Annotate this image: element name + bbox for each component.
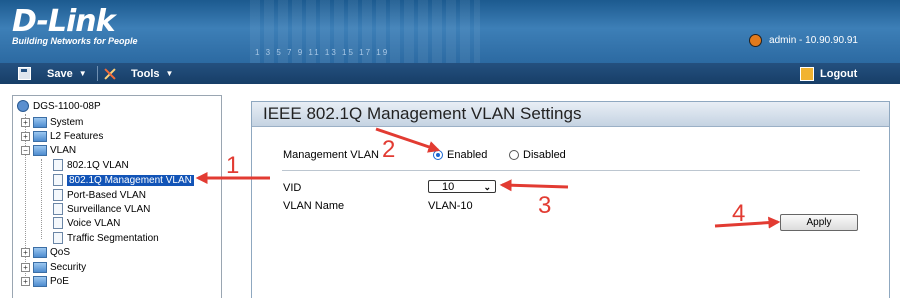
tree-item-poe[interactable]: + PoE — [21, 274, 69, 288]
navigation-tree: DGS-1100-08P + System + L2 Features − VL… — [12, 95, 222, 298]
expand-icon[interactable]: + — [21, 131, 30, 141]
page-icon — [53, 174, 63, 186]
tree-item-8021q-management-vlan[interactable]: 802.1Q Management VLAN — [53, 173, 194, 187]
logo-tagline: Building Networks for People — [12, 36, 138, 46]
expand-icon[interactable]: + — [21, 276, 30, 286]
chevron-down-icon: ▼ — [165, 69, 174, 78]
page-title: IEEE 802.1Q Management VLAN Settings — [252, 102, 889, 127]
tree-connector — [41, 159, 42, 239]
tools-menu-label: Tools — [131, 67, 160, 80]
port-numbers: 1 3 5 7 9 11 13 15 17 19 — [255, 48, 390, 57]
switch-icon — [17, 100, 29, 112]
expand-icon[interactable]: + — [21, 262, 30, 272]
tree-item-system[interactable]: + System — [21, 115, 83, 129]
folder-icon — [33, 130, 47, 142]
chevron-down-icon: ▼ — [78, 69, 87, 78]
tree-item-security[interactable]: + Security — [21, 260, 86, 274]
settings-panel: IEEE 802.1Q Management VLAN Settings Man… — [251, 101, 890, 298]
page-icon — [53, 189, 63, 201]
logo-text: D-Link — [12, 4, 116, 39]
vid-label: VID — [283, 182, 302, 194]
tree-item-label: Surveillance VLAN — [67, 203, 151, 215]
tree-item-label: L2 Features — [50, 130, 104, 142]
page-icon — [53, 232, 63, 244]
tree-item-label: Traffic Segmentation — [67, 232, 159, 244]
folder-icon — [33, 275, 47, 287]
tree-item-label: Voice VLAN — [67, 217, 121, 229]
disabled-radio[interactable]: Disabled — [509, 149, 566, 161]
tree-item-qos[interactable]: + QoS — [21, 245, 70, 259]
tree-item-label: QoS — [50, 246, 71, 258]
tree-item-label: Port-Based VLAN — [67, 189, 146, 201]
vid-select[interactable]: 10 ⌄ — [428, 180, 496, 193]
annotation-number: 3 — [538, 192, 552, 219]
menu-separator — [97, 66, 98, 81]
radio-checked-icon[interactable] — [433, 150, 443, 160]
tree-item-traffic-segmentation[interactable]: Traffic Segmentation — [53, 231, 159, 245]
tree-item-voice-vlan[interactable]: Voice VLAN — [53, 216, 120, 230]
vlan-name-value: VLAN-10 — [428, 200, 473, 212]
tree-item-label: Security — [50, 261, 87, 273]
tree-item-label: System — [50, 116, 84, 128]
annotation-number: 4 — [732, 200, 746, 227]
vlan-name-label: VLAN Name — [283, 200, 345, 212]
section-divider — [282, 170, 860, 171]
logout-label: Logout — [820, 67, 858, 80]
tools-icon — [103, 67, 117, 81]
header-banner: 1 3 5 7 9 11 13 15 17 19 D-Link Building… — [0, 0, 900, 63]
disabled-label: Disabled — [523, 149, 566, 161]
radio-unchecked-icon[interactable] — [509, 150, 519, 160]
chevron-down-icon: ⌄ — [483, 182, 491, 192]
annotation-number: 1 — [226, 152, 240, 179]
save-icon — [18, 67, 31, 80]
folder-icon — [33, 116, 47, 128]
tree-item-label: PoE — [50, 275, 69, 287]
folder-icon — [33, 261, 47, 273]
vid-value: 10 — [442, 181, 455, 193]
enabled-radio[interactable]: Enabled — [433, 149, 487, 161]
page-icon — [53, 203, 63, 215]
management-vlan-label: Management VLAN — [283, 149, 379, 161]
tree-item-8021q-vlan[interactable]: 802.1Q VLAN — [53, 158, 129, 172]
page-icon — [53, 159, 63, 171]
tree-root-label: DGS-1100-08P — [33, 100, 101, 112]
tree-item-label: VLAN — [50, 144, 77, 156]
expand-icon[interactable]: + — [21, 247, 30, 257]
enabled-label: Enabled — [447, 149, 488, 161]
save-menu-label: Save — [47, 67, 73, 80]
expand-icon[interactable]: + — [21, 117, 30, 127]
tree-item-label-selected: 802.1Q Management VLAN — [67, 174, 194, 186]
folder-open-icon — [33, 144, 47, 156]
apply-button[interactable]: Apply — [780, 214, 858, 231]
tools-menu[interactable]: Tools ▼ — [103, 63, 173, 84]
user-label: admin - 10.90.90.91 — [769, 35, 858, 46]
menu-bar: Save ▼ Tools ▼ Logout — [0, 63, 900, 84]
tree-item-label: 802.1Q VLAN — [67, 159, 129, 171]
user-icon — [749, 34, 763, 47]
tree-item-port-based-vlan[interactable]: Port-Based VLAN — [53, 188, 146, 202]
tree-item-vlan[interactable]: − VLAN — [21, 143, 76, 157]
tree-root[interactable]: DGS-1100-08P — [17, 99, 101, 113]
logout-icon — [800, 66, 814, 81]
save-menu[interactable]: Save ▼ — [18, 63, 87, 84]
dlink-logo: D-Link Building Networks for People — [12, 4, 138, 47]
collapse-icon[interactable]: − — [21, 145, 30, 155]
logout-button[interactable]: Logout — [800, 63, 857, 84]
page-icon — [53, 217, 63, 229]
tree-item-surveillance-vlan[interactable]: Surveillance VLAN — [53, 202, 150, 216]
annotation-number: 2 — [382, 136, 396, 163]
tree-item-l2-features[interactable]: + L2 Features — [21, 129, 103, 143]
folder-icon — [33, 246, 47, 258]
user-info: admin - 10.90.90.91 — [749, 34, 858, 47]
